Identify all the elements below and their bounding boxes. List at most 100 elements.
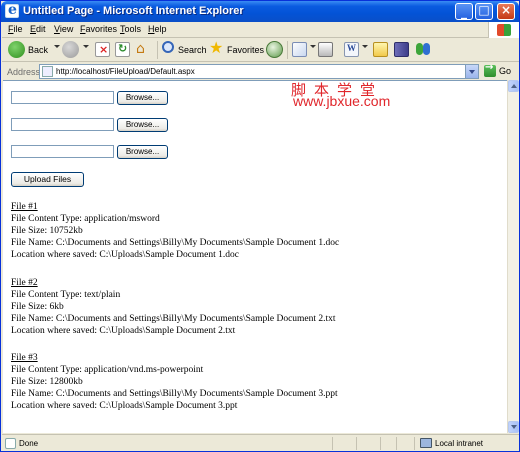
close-button[interactable]: × [497, 3, 515, 20]
history-button[interactable] [266, 41, 283, 59]
minimize-icon: _ [461, 5, 467, 19]
browse-button-1[interactable]: Browse... [117, 91, 168, 105]
back-dropdown-icon[interactable] [54, 45, 60, 48]
address-input[interactable]: http://localhost/FileUpload/Default.aspx [39, 64, 479, 79]
file-input-3[interactable] [11, 145, 114, 158]
research-button[interactable] [394, 41, 410, 59]
research-icon [394, 42, 409, 57]
maximize-icon: □ [478, 3, 490, 17]
title-bar[interactable]: Untitled Page - Microsoft Internet Explo… [1, 1, 519, 22]
back-label: Back [28, 45, 49, 55]
menu-tools[interactable]: Tools [120, 24, 141, 34]
file-result-1: File #1 File Content Type: application/m… [11, 201, 339, 261]
ie-logo-icon [5, 2, 19, 18]
stop-button[interactable]: × [95, 41, 111, 59]
forward-dropdown-icon[interactable] [83, 45, 89, 48]
file-name: File Name: C:\Documents and Settings\Bil… [11, 238, 340, 248]
file-size: File Size: 6kb [11, 302, 64, 312]
status-divider [332, 437, 333, 450]
discuss-button[interactable] [373, 41, 389, 59]
file-heading: File #1 [11, 202, 38, 212]
status-divider [396, 437, 397, 450]
menu-help[interactable]: Help [148, 24, 167, 34]
file-content-type: File Content Type: text/plain [11, 290, 121, 300]
file-result-3: File #3 File Content Type: application/v… [11, 352, 338, 412]
go-arrow-icon[interactable] [484, 62, 496, 77]
file-heading: File #3 [11, 353, 38, 363]
home-icon: ⌂ [136, 41, 145, 57]
go-button[interactable]: Go [499, 66, 511, 76]
address-dropdown-button[interactable] [465, 65, 478, 78]
mail-button[interactable] [292, 41, 310, 59]
scroll-up-button[interactable] [508, 80, 519, 92]
word-w-icon: W [347, 43, 356, 53]
history-icon [266, 41, 283, 58]
file-saved-location: Location where saved: C:\Uploads\Sample … [11, 250, 239, 260]
refresh-arrow-icon: ↻ [118, 42, 128, 55]
upload-files-button[interactable]: Upload Files [11, 172, 84, 187]
page-icon [42, 66, 53, 77]
browse-button-2[interactable]: Browse... [117, 118, 168, 132]
messenger-icon-2 [423, 43, 430, 55]
favorites-star-icon: ★ [209, 38, 224, 57]
messenger-icon [416, 43, 423, 55]
vertical-scrollbar[interactable] [507, 80, 519, 433]
search-icon [162, 41, 174, 53]
forward-arrow-icon [62, 41, 79, 58]
toolbar: Back × ↻ ⌂ Search ★ Favorites W [2, 38, 519, 62]
page-done-icon [5, 438, 16, 449]
forward-button[interactable] [62, 41, 84, 59]
toolbar-separator [287, 41, 288, 59]
address-bar: Address http://localhost/FileUpload/Defa… [2, 62, 519, 79]
print-icon [318, 42, 333, 57]
edit-dropdown-icon[interactable] [362, 45, 368, 48]
menu-edit[interactable]: Edit [30, 24, 46, 34]
favorites-button[interactable]: ★ Favorites [209, 38, 265, 59]
menu-file[interactable]: File [8, 24, 23, 34]
file-result-2: File #2 File Content Type: text/plain Fi… [11, 277, 336, 337]
edit-button[interactable]: W [344, 41, 361, 59]
home-button[interactable]: ⌂ [135, 41, 153, 59]
browser-window: Untitled Page - Microsoft Internet Explo… [0, 0, 520, 452]
status-bar: Done Local intranet [2, 434, 519, 451]
file-name: File Name: C:\Documents and Settings\Bil… [11, 314, 336, 324]
windows-flag-icon [488, 22, 519, 38]
file-content-type: File Content Type: application/msword [11, 214, 160, 224]
status-divider [414, 437, 415, 450]
toolbar-separator [157, 41, 158, 59]
mail-dropdown-icon[interactable] [310, 45, 316, 48]
search-label: Search [178, 45, 207, 55]
file-input-1[interactable] [11, 91, 114, 104]
menu-view[interactable]: View [54, 24, 73, 34]
file-input-2[interactable] [11, 118, 114, 131]
back-button[interactable]: Back [8, 41, 52, 59]
stop-x-icon: × [99, 43, 109, 56]
security-zone-label: Local intranet [435, 439, 484, 448]
window-title: Untitled Page - Microsoft Internet Explo… [23, 5, 244, 17]
address-label: Address [7, 67, 41, 77]
file-content-type: File Content Type: application/vnd.ms-po… [11, 365, 204, 375]
status-divider [356, 437, 357, 450]
status-text: Done [19, 439, 39, 448]
maximize-button[interactable]: □ [475, 3, 493, 20]
watermark-url: www.jbxue.com [293, 93, 391, 109]
minimize-button[interactable]: _ [455, 3, 473, 20]
back-arrow-icon [8, 41, 25, 58]
file-saved-location: Location where saved: C:\Uploads\Sample … [11, 401, 238, 411]
file-name: File Name: C:\Documents and Settings\Bil… [11, 389, 338, 399]
menu-favorites[interactable]: Favorites [80, 24, 117, 34]
address-url: http://localhost/FileUpload/Default.aspx [56, 67, 195, 76]
mail-icon [292, 42, 307, 57]
search-button[interactable]: Search [162, 41, 207, 59]
file-size: File Size: 10752kb [11, 226, 83, 236]
scroll-down-button[interactable] [508, 421, 519, 433]
refresh-button[interactable]: ↻ [115, 41, 131, 59]
intranet-zone-icon [420, 438, 432, 448]
messenger-button[interactable] [416, 41, 432, 59]
print-button[interactable] [318, 41, 335, 59]
favorites-label: Favorites [227, 45, 265, 55]
browse-button-3[interactable]: Browse... [117, 145, 168, 159]
file-size: File Size: 12800kb [11, 377, 83, 387]
discuss-icon [373, 42, 388, 57]
file-saved-location: Location where saved: C:\Uploads\Sample … [11, 326, 236, 336]
